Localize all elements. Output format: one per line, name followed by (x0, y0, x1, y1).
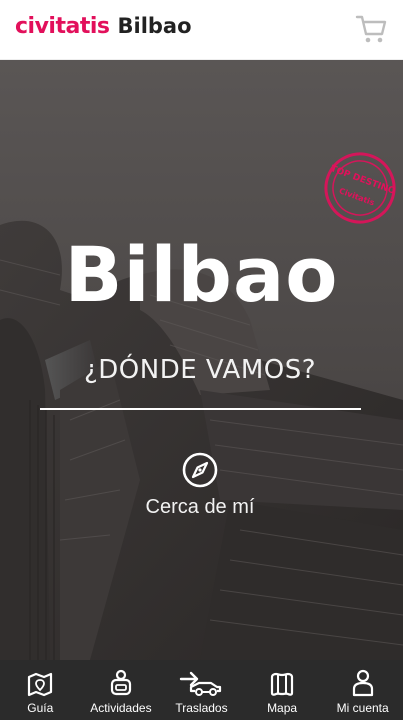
near-me-label: Cerca de mí (145, 496, 255, 518)
map-icon (270, 672, 294, 696)
tab-guide[interactable]: Guía (0, 660, 81, 720)
bottom-tab-bar: Guía Actividades Traslados Mapa Mi cuent… (0, 660, 403, 720)
transfer-car-icon (180, 671, 222, 696)
destination-search[interactable]: ¿DÓNDE VAMOS? (40, 355, 360, 385)
hero-section: TOP DESTINO Civitatis Bilbao ¿DÓNDE VAMO… (0, 60, 403, 660)
top-destination-stamp: TOP DESTINO Civitatis (324, 152, 397, 224)
near-me-button[interactable]: Cerca de mí (100, 450, 300, 525)
tab-transfers[interactable]: Traslados (161, 660, 242, 720)
destination-title: Bilbao (64, 230, 339, 319)
tab-transfers-label: Traslados (175, 701, 228, 715)
activities-icon (110, 669, 131, 696)
stamp-bottom-text: Civitatis (338, 186, 376, 207)
tab-map-label: Mapa (267, 701, 298, 715)
brand-logo: civitatis (15, 14, 110, 39)
tab-guide-label: Guía (27, 701, 54, 715)
search-underline (40, 408, 361, 410)
tab-activities-label: Actividades (90, 701, 152, 715)
cart-icon (355, 15, 387, 43)
account-icon (352, 669, 373, 697)
tab-account-label: Mi cuenta (336, 701, 389, 715)
tab-map[interactable]: Mapa (242, 660, 323, 720)
tab-activities[interactable]: Actividades (81, 660, 162, 720)
city-name: Bilbao (117, 14, 192, 38)
tab-account[interactable]: Mi cuenta (322, 660, 403, 720)
guide-map-icon (28, 672, 53, 697)
app-header: civitatis Bilbao (0, 0, 403, 60)
compass-icon (182, 452, 218, 488)
brand[interactable]: civitatis Bilbao (15, 14, 192, 44)
cart-button[interactable] (353, 11, 389, 47)
